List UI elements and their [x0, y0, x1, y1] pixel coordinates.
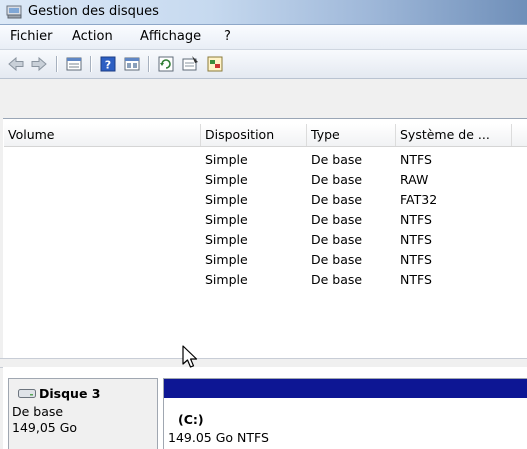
- menu-affichage[interactable]: Affichage: [138, 29, 203, 44]
- disposition-cell: Simple: [205, 172, 248, 187]
- type-cell: De base: [311, 252, 363, 267]
- toolbar-separator: [56, 56, 58, 72]
- toolbar-separator: [148, 56, 150, 72]
- rescan-icon[interactable]: [205, 54, 225, 74]
- filesystem-cell: NTFS: [400, 252, 432, 267]
- partition-bar: [164, 379, 527, 398]
- volume-row[interactable]: Windows Vista (F:)SimpleDe baseNTFS: [4, 270, 527, 290]
- disposition-cell: Simple: [205, 232, 248, 247]
- menu-fichier[interactable]: Fichier: [8, 29, 55, 44]
- list-view-icon[interactable]: [64, 54, 84, 74]
- toolbar-separator: [90, 56, 92, 72]
- disposition-cell: Simple: [205, 192, 248, 207]
- disposition-cell: Simple: [205, 272, 248, 287]
- title-bar[interactable]: Gestion des disques: [0, 0, 527, 25]
- type-cell: De base: [311, 192, 363, 207]
- disk-name: Disque 3: [39, 386, 101, 401]
- partition-label: (C:): [178, 412, 204, 427]
- refresh-icon[interactable]: [156, 54, 176, 74]
- back-arrow-icon[interactable]: [6, 54, 26, 74]
- disposition-cell: Simple: [205, 152, 248, 167]
- column-header-filesystem[interactable]: Système de ...: [396, 124, 512, 146]
- volume-row[interactable]: CLÉ USB (M:)SimpleDe baseFAT32: [4, 190, 527, 210]
- hard-drive-icon: [18, 389, 36, 398]
- column-header-type[interactable]: Type: [307, 124, 396, 146]
- filesystem-cell: RAW: [400, 172, 429, 187]
- toolbar: ?: [0, 50, 527, 79]
- filesystem-cell: NTFS: [400, 232, 432, 247]
- disk-view-icon[interactable]: [122, 54, 142, 74]
- svg-text:?: ?: [105, 59, 111, 72]
- filesystem-cell: NTFS: [400, 152, 432, 167]
- mouse-cursor-icon: [182, 345, 198, 368]
- volume-list-header: Volume Disposition Type Système de ...: [4, 124, 527, 147]
- disk-size: 149,05 Go: [12, 420, 78, 435]
- help-icon[interactable]: ?: [98, 54, 118, 74]
- volume-row[interactable]: Multimédia (G:)SimpleDe baseNTFS: [4, 210, 527, 230]
- volume-row[interactable]: (H:)SimpleDe baseRAW: [4, 170, 527, 190]
- volume-row[interactable]: (C:)SimpleDe baseNTFS: [4, 150, 527, 170]
- menu-bar: Fichier Action Affichage ?: [0, 25, 527, 50]
- type-cell: De base: [311, 212, 363, 227]
- type-cell: De base: [311, 152, 363, 167]
- volume-row[interactable]: Sauvegarde (D:)SimpleDe baseNTFS: [4, 230, 527, 250]
- column-header-volume[interactable]: Volume: [4, 124, 201, 146]
- window-title: Gestion des disques: [28, 4, 159, 19]
- disposition-cell: Simple: [205, 212, 248, 227]
- type-cell: De base: [311, 232, 363, 247]
- properties-icon[interactable]: [180, 54, 200, 74]
- watermark: [140, 250, 157, 301]
- forward-arrow-icon[interactable]: [29, 54, 49, 74]
- filesystem-cell: NTFS: [400, 212, 432, 227]
- type-cell: De base: [311, 272, 363, 287]
- disk-type: De base: [12, 404, 64, 419]
- menu-help[interactable]: ?: [222, 29, 233, 44]
- disk-management-icon: [6, 5, 22, 19]
- filesystem-cell: FAT32: [400, 192, 438, 207]
- volume-row[interactable]: Vidéos (E:)SimpleDe baseNTFS: [4, 250, 527, 270]
- column-header-overflow[interactable]: [512, 124, 527, 146]
- menu-action[interactable]: Action: [70, 29, 115, 44]
- type-cell: De base: [311, 172, 363, 187]
- partition-info: 149.05 Go NTFS: [168, 430, 269, 445]
- filesystem-cell: NTFS: [400, 272, 432, 287]
- volume-list: (C:)SimpleDe baseNTFS(H:)SimpleDe baseRA…: [4, 150, 527, 290]
- disk-management-window: Gestion des disques Fichier Action Affic…: [0, 0, 527, 449]
- disposition-cell: Simple: [205, 252, 248, 267]
- column-header-disposition[interactable]: Disposition: [201, 124, 307, 146]
